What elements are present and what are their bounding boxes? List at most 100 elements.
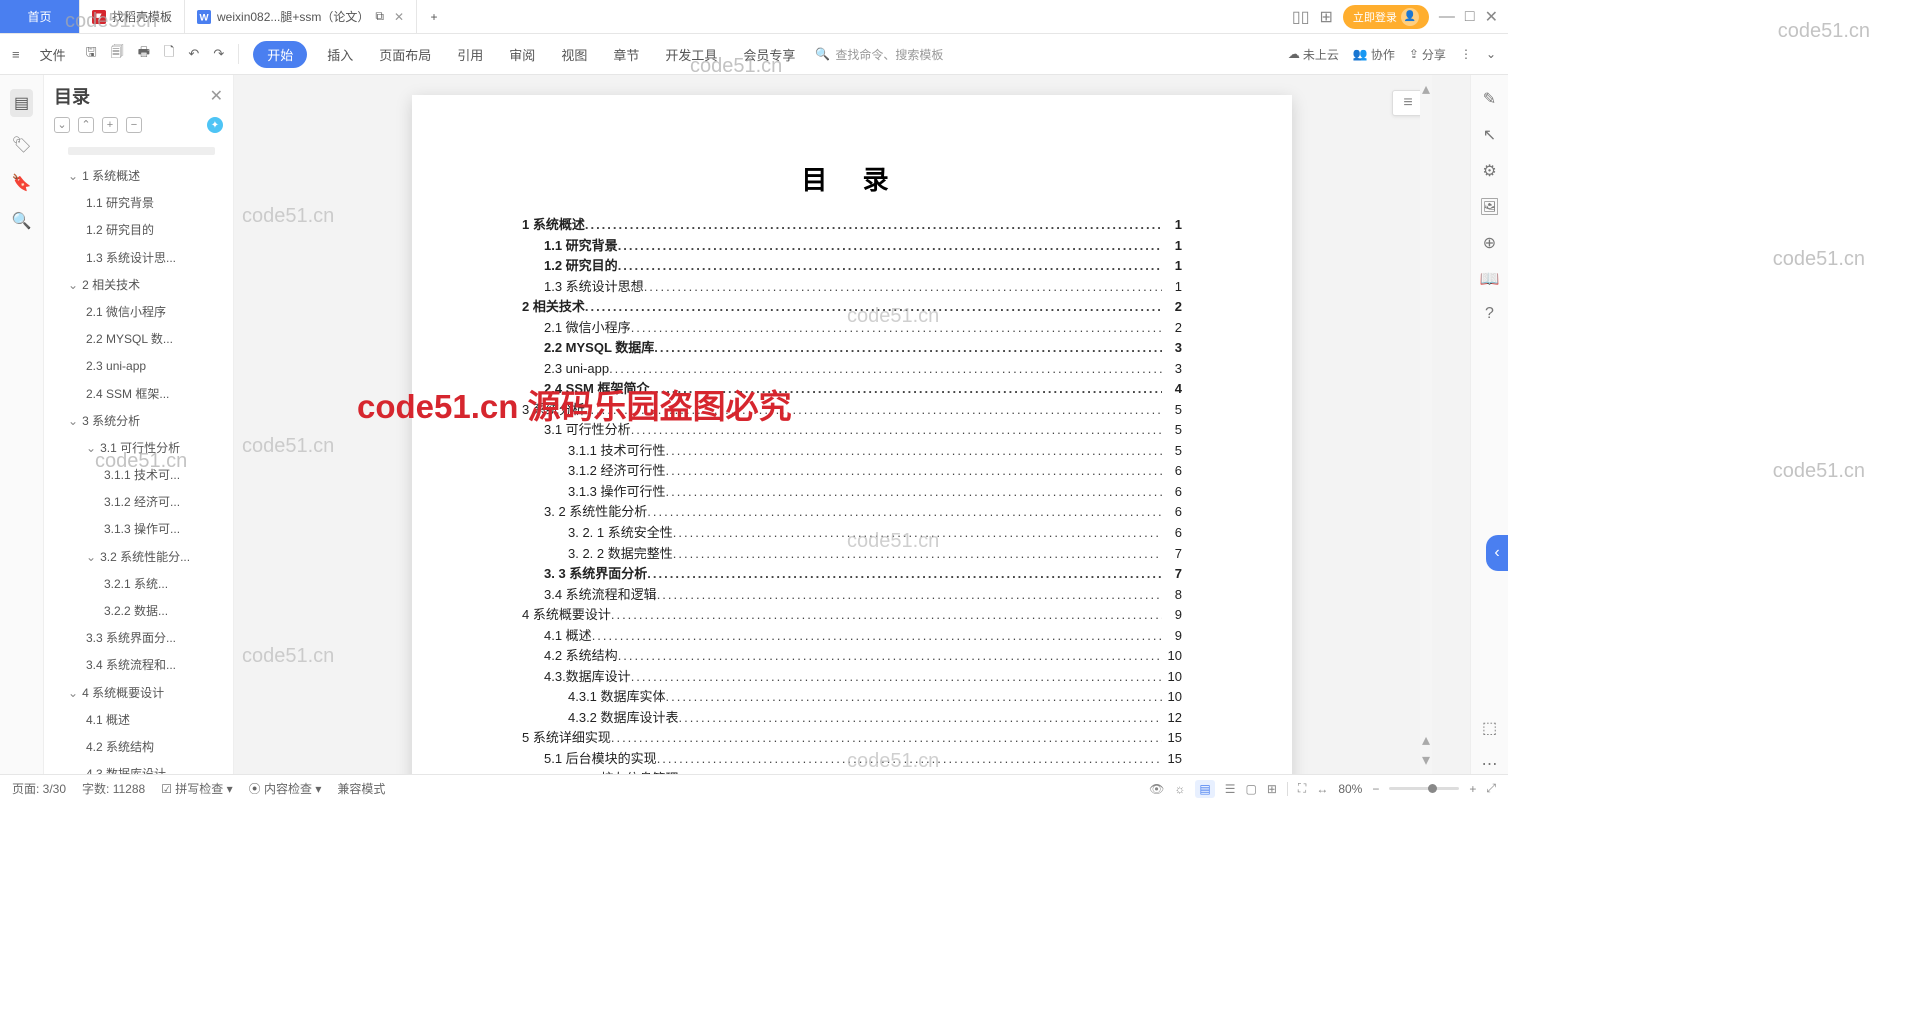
share-button[interactable]: ⇪ 分享 [1409, 46, 1446, 63]
ribbon-search[interactable]: 🔍 查找命令、搜索模板 [815, 46, 943, 63]
nav-item[interactable]: 1.3 系统设计思... [44, 245, 233, 272]
compat-mode[interactable]: 兼容模式 [337, 780, 385, 797]
remove-icon[interactable]: − [126, 117, 142, 133]
tab-insert[interactable]: 插入 [321, 41, 359, 68]
tab-review[interactable]: 审阅 [503, 41, 541, 68]
nav-item[interactable]: 4 系统概要设计 [44, 680, 233, 707]
settings-icon[interactable]: ⚙ [1482, 161, 1496, 181]
pen-icon[interactable]: ✎ [1483, 89, 1496, 109]
tab-layout[interactable]: 页面布局 [373, 41, 437, 68]
nav-item[interactable]: 2.3 uni-app [44, 353, 233, 380]
fullscreen-icon[interactable]: ⤢ [1486, 781, 1496, 796]
redo-icon[interactable]: ↷ [213, 46, 224, 62]
word-count[interactable]: 字数: 11288 [82, 780, 145, 797]
tab-document[interactable]: W weixin082...腿+ssm（论文） ⧉ ✕ [185, 0, 417, 33]
split-icon[interactable]: ▯▯ [1292, 7, 1310, 27]
nav-item[interactable]: 2.1 微信小程序 [44, 299, 233, 326]
nav-item[interactable]: 3.2.2 数据... [44, 598, 233, 625]
nav-item[interactable]: 4.3 数据库设计 [44, 761, 233, 774]
print-icon[interactable]: 🖶 [138, 43, 150, 65]
bulb-icon[interactable]: ⊕ [1483, 233, 1496, 253]
tag-icon[interactable]: 🏷 [11, 135, 31, 155]
help-icon[interactable]: ? [1485, 305, 1494, 323]
tab-templates[interactable]: 找稻壳模板 [80, 0, 185, 33]
add-icon[interactable]: + [102, 117, 118, 133]
nav-tree[interactable]: 1 系统概述1.1 研究背景1.2 研究目的1.3 系统设计思...2 相关技术… [44, 163, 233, 774]
nav-item[interactable]: 1.2 研究目的 [44, 217, 233, 244]
content-check[interactable]: ⦿ 内容检查 ▾ [249, 780, 322, 797]
tab-pop-icon[interactable]: ⧉ [375, 9, 384, 24]
tab-vip[interactable]: 会员专享 [737, 41, 801, 68]
nav-item[interactable]: 3.4 系统流程和... [44, 652, 233, 679]
save2-icon[interactable]: 🗐 [111, 43, 124, 65]
minimize-icon[interactable]: — [1439, 8, 1455, 26]
cursor-icon[interactable]: ↖ [1483, 125, 1496, 145]
nav-item[interactable]: 3.1.2 经济可... [44, 489, 233, 516]
nav-item[interactable]: 3.2 系统性能分... [44, 544, 233, 571]
close-icon[interactable]: ✕ [394, 10, 404, 24]
nav-item[interactable]: 4.1 概述 [44, 707, 233, 734]
nav-item[interactable]: 2.4 SSM 框架... [44, 381, 233, 408]
document-area[interactable]: ≡ 目 录 1 系统概述11.1 研究背景11.2 研究目的11.3 系统设计思… [234, 75, 1470, 774]
bookmark-icon[interactable]: 🔖 [12, 173, 32, 193]
zoom-slider[interactable] [1389, 787, 1459, 790]
tools-icon[interactable]: ⬚ [1482, 718, 1497, 738]
scroll-up-icon[interactable]: ▴ [1422, 730, 1430, 750]
nav-item[interactable]: 3.1 可行性分析 [44, 435, 233, 462]
collapse-all-icon[interactable]: ⌄ [54, 117, 70, 133]
nav-item[interactable]: 2.2 MYSQL 数... [44, 326, 233, 353]
view-web-icon[interactable]: ⊞ [1267, 782, 1277, 796]
tab-home[interactable]: 首页 [0, 0, 80, 33]
tab-start[interactable]: 开始 [253, 41, 307, 68]
tab-dev[interactable]: 开发工具 [659, 41, 723, 68]
maximize-icon[interactable]: □ [1465, 8, 1475, 26]
nav-item[interactable]: 3.3 系统界面分... [44, 625, 233, 652]
close-window-icon[interactable]: ✕ [1485, 7, 1498, 27]
tab-view[interactable]: 视图 [555, 41, 593, 68]
nav-item[interactable]: 3 系统分析 [44, 408, 233, 435]
nav-item[interactable]: 3.1.1 技术可... [44, 462, 233, 489]
file-menu[interactable]: 文件 [34, 41, 72, 68]
menu-icon[interactable]: ≡ [12, 47, 20, 62]
fit-width-icon[interactable]: ↔ [1316, 782, 1328, 796]
image-icon[interactable]: 🖼 [1479, 197, 1499, 217]
expand-all-icon[interactable]: ⌃ [78, 117, 94, 133]
tab-ref[interactable]: 引用 [451, 41, 489, 68]
grid-icon[interactable]: ⊞ [1320, 7, 1333, 27]
more-tools-icon[interactable]: ⋯ [1482, 754, 1498, 774]
nav-item[interactable]: 4.2 系统结构 [44, 734, 233, 761]
view-outline-icon[interactable]: ☰ [1225, 782, 1236, 796]
undo-icon[interactable]: ↶ [188, 46, 199, 62]
brightness-icon[interactable]: ☼ [1174, 782, 1185, 796]
zoom-level[interactable]: 80% [1338, 782, 1362, 796]
search-icon[interactable]: 🔍 [12, 211, 32, 231]
nav-item[interactable]: 2 相关技术 [44, 272, 233, 299]
tab-section[interactable]: 章节 [607, 41, 645, 68]
login-button[interactable]: 立即登录👤 [1343, 5, 1429, 29]
fit-icon[interactable]: ⛶ [1298, 781, 1306, 796]
nav-item[interactable]: 3.1.3 操作可... [44, 516, 233, 543]
sync-icon[interactable]: ✦ [207, 117, 223, 133]
collapse-ribbon-icon[interactable]: ⌄ [1486, 47, 1496, 61]
view-page-icon[interactable]: ▤ [1195, 780, 1214, 798]
nav-item[interactable]: 1.1 研究背景 [44, 190, 233, 217]
nav-item[interactable]: 3.2.1 系统... [44, 571, 233, 598]
tab-add[interactable]: + [417, 0, 451, 33]
preview-icon[interactable]: 🗋 [164, 43, 174, 65]
zoom-out-icon[interactable]: − [1372, 782, 1379, 796]
outline-icon[interactable]: ▤ [10, 89, 33, 117]
page-count[interactable]: 页面: 3/30 [12, 780, 66, 797]
side-fab[interactable]: ‹ [1486, 535, 1508, 571]
collab-button[interactable]: 👥 协作 [1353, 46, 1395, 63]
scrollbar[interactable]: ▴ ▴ ▾ [1420, 75, 1432, 774]
more-icon[interactable]: ⋮ [1460, 47, 1472, 61]
scroll-down-icon[interactable]: ▾ [1422, 750, 1430, 770]
eye-icon[interactable]: 👁 [1149, 782, 1164, 796]
book-icon[interactable]: 📖 [1480, 269, 1500, 289]
close-pane-icon[interactable]: ✕ [210, 86, 223, 106]
save-icon[interactable]: 🖫 [86, 43, 97, 65]
spell-check[interactable]: ☑ 拼写检查 ▾ [161, 780, 232, 797]
nav-item[interactable]: 1 系统概述 [44, 163, 233, 190]
view-read-icon[interactable]: ▢ [1246, 782, 1257, 796]
cloud-status[interactable]: ☁ 未上云 [1288, 46, 1339, 63]
